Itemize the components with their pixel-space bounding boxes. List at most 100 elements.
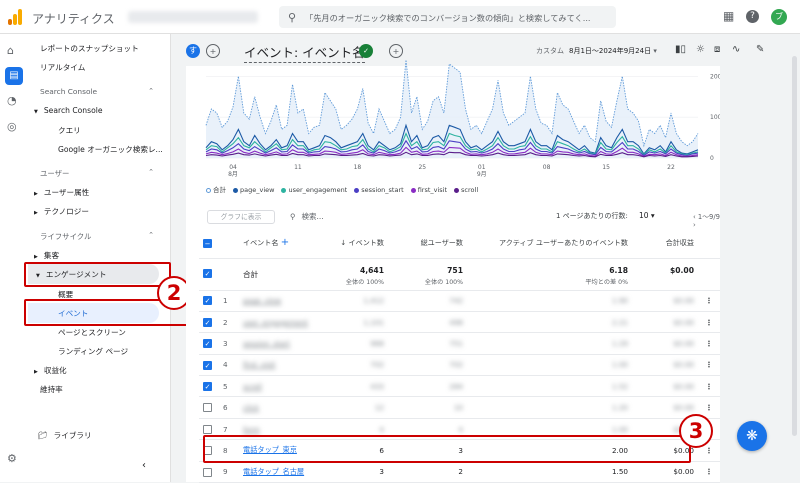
legend-item[interactable]: user_engagement	[281, 186, 347, 194]
reports-icon[interactable]: ▤	[5, 67, 23, 85]
event-name-link[interactable]: user_engagement	[243, 318, 308, 327]
header-revenue[interactable]: 合計収益	[632, 228, 698, 259]
row-checkbox[interactable]	[203, 424, 212, 434]
table-row[interactable]: 6 click 12 10 1.20 $0.00 ⋮	[199, 396, 720, 419]
nav-snapshot[interactable]: レポートのスナップショット	[40, 43, 139, 54]
page-scrollbar[interactable]	[792, 56, 797, 436]
x-tick-line: 08	[543, 164, 551, 171]
event-name-link[interactable]: 電話タップ_名古屋	[243, 467, 304, 476]
nav-section-user[interactable]: ユーザー	[40, 168, 69, 179]
add-comparison-button[interactable]: +	[206, 44, 220, 58]
compare-icon[interactable]: ▮▯	[675, 44, 686, 55]
event-name-link[interactable]: click	[243, 403, 259, 412]
trend-icon[interactable]: ∿	[732, 44, 740, 55]
table-row[interactable]: ✓ 3 session_start 968 751 1.29 $0.00 ⋮	[199, 332, 720, 355]
table-row[interactable]: ✓ 2 user_engagement 1,101 498 2.21 $0.00 ⋮	[199, 311, 720, 334]
row-menu-icon[interactable]: ⋮	[698, 290, 720, 312]
user-badge[interactable]: す	[186, 44, 200, 58]
nav-user-attributes[interactable]: ▶ ユーザー属性	[34, 187, 89, 198]
header-event-name[interactable]: イベント名 +	[239, 228, 321, 259]
table-search-input[interactable]: ⚲ 検索...	[290, 211, 324, 222]
nav-technology[interactable]: ▶ テクノロジー	[34, 206, 89, 217]
table-row[interactable]: 9 電話タップ_名古屋 3 2 1.50 $0.00 ⋮	[199, 461, 720, 483]
row-checkbox[interactable]: ✓	[203, 317, 212, 327]
settings-gear-icon[interactable]: ⚙	[7, 452, 17, 465]
x-tick-line: 8月	[228, 171, 238, 178]
legend-item[interactable]: session_start	[354, 186, 404, 194]
share-icon[interactable]: ⧈	[714, 44, 720, 55]
chevron-up-icon[interactable]: ⌃	[148, 231, 154, 239]
row-event-name[interactable]: user_engagement	[239, 311, 321, 334]
table-row[interactable]: ✓ 4 first_visit 702 702 1.00 $0.00 ⋮	[199, 354, 720, 377]
table-row[interactable]: ✓ 1 page_view 1,412 742 1.90 $0.00 ⋮	[199, 290, 720, 312]
row-event-name[interactable]: session_start	[239, 332, 321, 355]
add-report-button[interactable]: +	[389, 44, 403, 58]
advertising-icon[interactable]: ◎	[7, 120, 17, 133]
account-selector[interactable]	[128, 11, 258, 23]
rows-per-page-select[interactable]: 10 ▾	[639, 211, 655, 220]
help-icon[interactable]: ?	[746, 10, 759, 23]
nav-retention[interactable]: 維持率	[40, 384, 63, 395]
nav-section-search-console[interactable]: Search Console	[40, 87, 97, 96]
insights-fab-button[interactable]: ❋	[737, 421, 767, 451]
row-events-per-user: 1.50	[467, 461, 632, 483]
nav-acquisition[interactable]: ▶ 集客	[34, 250, 59, 261]
row-menu-icon[interactable]: ⋮	[698, 375, 720, 398]
header-total-users[interactable]: 総ユーザー数	[388, 228, 467, 259]
row-menu-icon[interactable]: ⋮	[698, 461, 720, 483]
nav-landing-page[interactable]: ランディング ページ	[58, 346, 128, 357]
row-checkbox[interactable]: ✓	[203, 339, 212, 349]
legend-item[interactable]: page_view	[233, 186, 274, 194]
row-checkbox[interactable]: ✓	[203, 360, 212, 370]
event-name-link[interactable]: form	[243, 425, 260, 434]
apps-grid-icon[interactable]: ▦	[723, 9, 734, 23]
select-all-checkbox[interactable]: −	[203, 238, 212, 248]
row-event-name[interactable]: scroll	[239, 375, 321, 398]
row-checkbox[interactable]	[203, 467, 212, 477]
chevron-up-icon[interactable]: ⌃	[148, 168, 154, 176]
row-checkbox[interactable]: ✓	[203, 296, 212, 306]
header-events-per-user[interactable]: アクティブ ユーザーあたりのイベント数	[467, 228, 632, 259]
row-event-name[interactable]: page_view	[239, 290, 321, 312]
nav-realtime[interactable]: リアルタイム	[40, 62, 85, 73]
add-dimension-icon[interactable]: +	[281, 237, 289, 248]
table-row[interactable]: ✓ 5 scroll 433 284 1.52 $0.00 ⋮	[199, 375, 720, 398]
date-range-picker[interactable]: カスタム 8月1日〜2024年9月24日 ▾	[536, 46, 657, 56]
row-menu-icon[interactable]: ⋮	[698, 354, 720, 377]
nav-pages-screens[interactable]: ページとスクリーン	[58, 327, 126, 338]
edit-pencil-icon[interactable]: ✎	[756, 44, 764, 55]
search-input[interactable]: ⚲ 「先月のオーガニック検索でのコンバージョン数の傾向」と検索してみてく...	[279, 6, 616, 28]
collapse-chevron-icon[interactable]: ‹	[142, 460, 146, 471]
row-menu-icon[interactable]: ⋮	[698, 332, 720, 355]
explore-icon[interactable]: ◔	[7, 94, 17, 107]
row-checkbox[interactable]: ✓	[203, 382, 212, 391]
row-event-name[interactable]: first_visit	[239, 354, 321, 377]
event-name-link[interactable]: first_visit	[243, 360, 275, 369]
event-name-link[interactable]: scroll	[243, 382, 262, 391]
row-event-name[interactable]: click	[239, 396, 321, 419]
legend-item[interactable]: 合計	[206, 186, 226, 194]
legend-item[interactable]: scroll	[454, 186, 478, 194]
row-event-name[interactable]: 電話タップ_名古屋	[239, 461, 321, 483]
nav-monetization[interactable]: ▶ 収益化	[34, 365, 67, 376]
nav-library[interactable]: 📁︎ ライブラリ	[38, 430, 92, 441]
rows-per-page-value: 10	[639, 211, 649, 220]
row-menu-icon[interactable]: ⋮	[698, 311, 720, 334]
avatar[interactable]: ブ	[771, 9, 787, 25]
nav-sc-group[interactable]: ▼ Search Console	[34, 106, 103, 115]
row-checkbox[interactable]	[203, 403, 212, 413]
event-name-link[interactable]: page_view	[243, 296, 281, 305]
home-icon[interactable]: ⌂	[7, 44, 14, 57]
insights-icon[interactable]: ☼	[696, 44, 705, 55]
header-event-count[interactable]: ↓ イベント数	[321, 228, 388, 259]
nav-section-lifecycle[interactable]: ライフサイクル	[40, 231, 91, 242]
row-total-users: 742	[388, 290, 467, 312]
plot-rows-button[interactable]: グラフに表示	[207, 210, 275, 224]
nav-sc-queries[interactable]: クエリ	[58, 125, 81, 136]
event-name-link[interactable]: session_start	[243, 339, 290, 348]
legend-item[interactable]: first_visit	[410, 186, 447, 194]
check-status-icon[interactable]: ✓	[359, 44, 373, 58]
totals-checkbox[interactable]: ✓	[203, 269, 212, 278]
nav-sc-organic[interactable]: Google オーガニック検索レ...	[58, 144, 163, 155]
chevron-up-icon[interactable]: ⌃	[148, 87, 154, 95]
